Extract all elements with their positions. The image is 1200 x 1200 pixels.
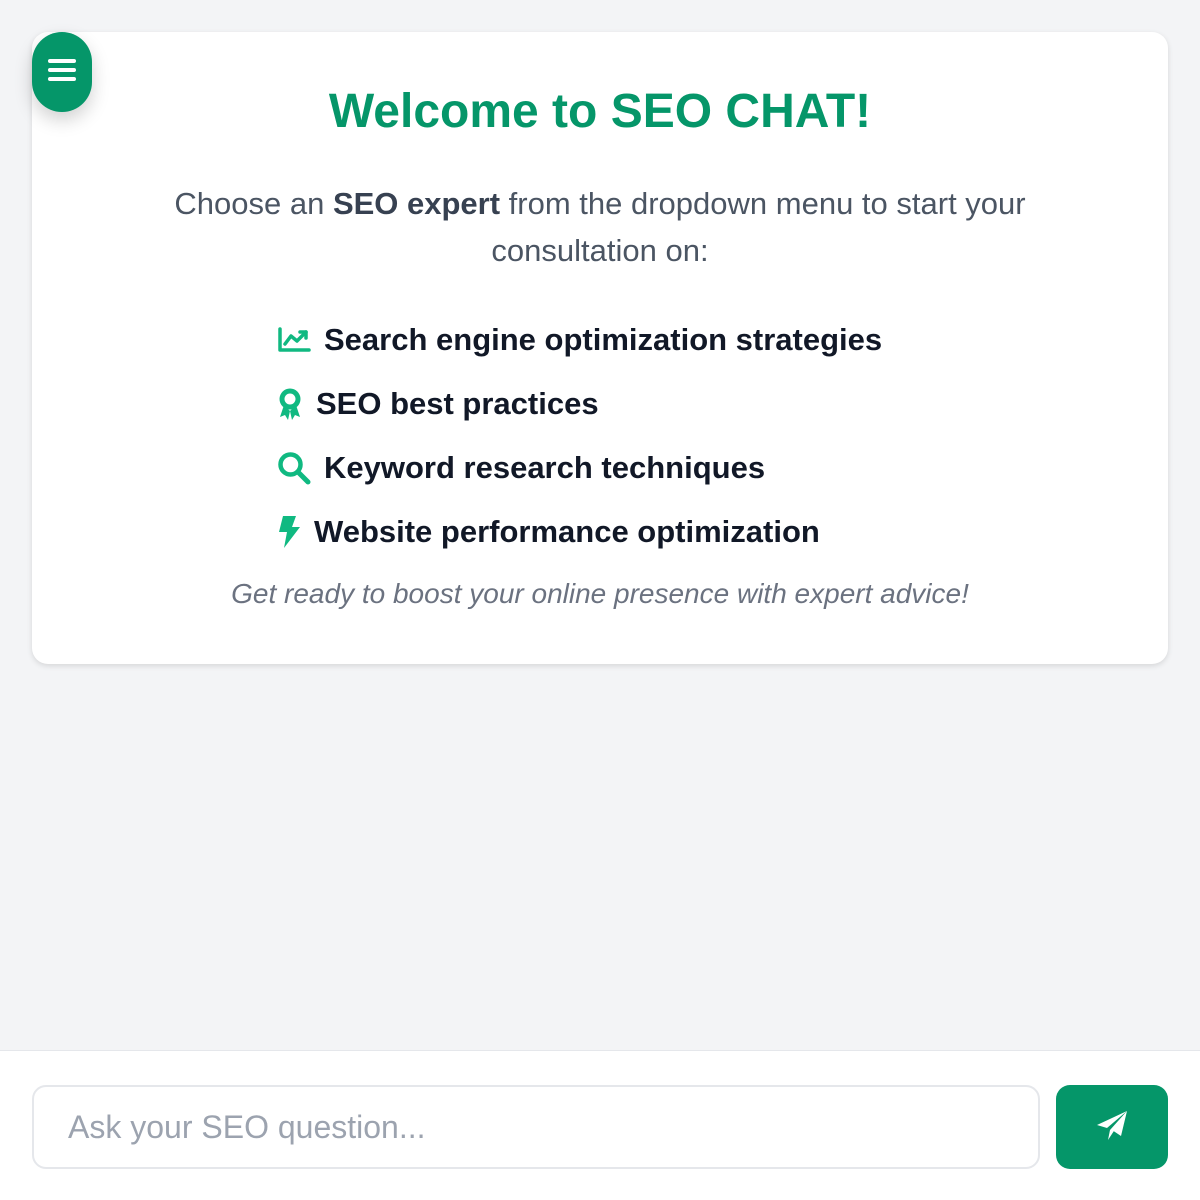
welcome-title: Welcome to SEO CHAT! (328, 85, 872, 138)
feature-item: Search engine optimization strategies (276, 308, 882, 372)
intro-text-end: from the dropdown menu to start your con… (491, 186, 1026, 268)
welcome-intro: Choose an SEO expert from the dropdown m… (122, 180, 1078, 274)
welcome-tagline: Get ready to boost your online presence … (231, 578, 969, 609)
paper-plane-icon (1095, 1109, 1129, 1146)
trending-chart-icon (276, 322, 312, 358)
feature-list: Search engine optimization strategies SE… (276, 308, 882, 564)
intro-text-start: Choose an (174, 186, 333, 221)
feature-label: Keyword research techniques (324, 450, 766, 485)
feature-item: SEO best practices (276, 372, 882, 436)
feature-label: Website performance optimization (314, 514, 820, 549)
hamburger-menu-icon (47, 57, 77, 88)
feature-label: Search engine optimization strategies (324, 322, 883, 357)
lightning-bolt-icon (276, 514, 302, 550)
menu-button[interactable] (32, 32, 92, 112)
question-input[interactable] (32, 1085, 1040, 1169)
send-button[interactable] (1056, 1085, 1168, 1169)
feature-item: Website performance optimization (276, 500, 882, 564)
feature-item: Keyword research techniques (276, 436, 882, 500)
award-ribbon-icon (276, 386, 304, 422)
intro-text-bold: SEO expert (332, 186, 501, 221)
feature-label: SEO best practices (316, 386, 599, 421)
chat-composer (0, 1050, 1200, 1200)
search-icon (276, 450, 312, 486)
welcome-card: Welcome to SEO CHAT! Choose an SEO exper… (32, 32, 1168, 664)
